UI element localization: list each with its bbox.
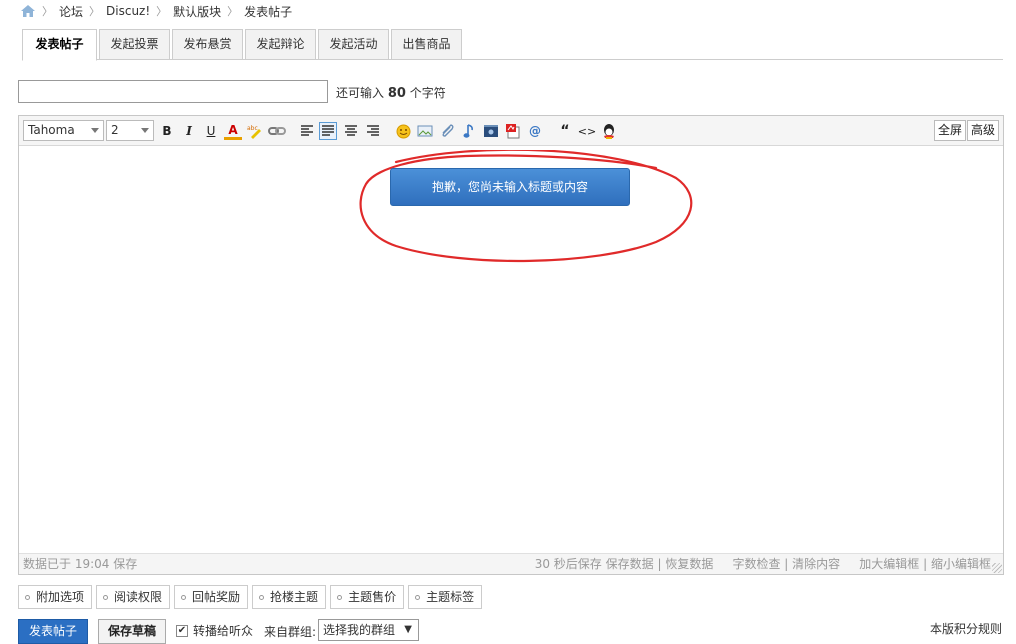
bullet-icon	[25, 594, 30, 600]
code-button[interactable]: <>	[578, 122, 596, 140]
advanced-button[interactable]: 高级	[967, 120, 1000, 141]
breadcrumb-current: 发表帖子	[244, 4, 293, 19]
subject-input[interactable]	[18, 80, 328, 103]
underline-button[interactable]: U	[202, 122, 220, 140]
editor-toolbar: Tahoma 2 B I U A abc @ “ <> 全屏 高级	[19, 116, 1003, 146]
relay-label: 转播给听众	[193, 624, 254, 638]
italic-button[interactable]: I	[180, 122, 198, 140]
smiley-icon[interactable]	[394, 122, 412, 140]
font-family-select[interactable]: Tahoma	[23, 120, 104, 141]
highlight-icon[interactable]: abc	[246, 122, 264, 140]
board-credit-rules-link[interactable]: 本版积分规则	[930, 620, 1002, 637]
option-label: 附加选项	[36, 590, 85, 604]
option-label: 回帖奖励	[192, 590, 241, 604]
font-color-button[interactable]: A	[224, 122, 242, 140]
bullet-icon	[181, 594, 187, 600]
editor-statusbar: 数据已于 19:04 保存 30 秒后保存 保存数据 | 恢复数据 字数检查 |…	[19, 553, 1003, 574]
resize-grip-icon[interactable]	[992, 563, 1002, 573]
relay-checkbox[interactable]: ✔	[176, 624, 188, 637]
save-draft-button[interactable]: 保存草稿	[98, 619, 166, 644]
bold-button[interactable]: B	[158, 122, 176, 140]
image-icon[interactable]	[416, 122, 434, 140]
restore-data-link[interactable]: 恢复数据	[665, 557, 713, 571]
shrink-editor-link[interactable]: 缩小编辑框	[931, 557, 991, 571]
font-size-value: 2	[111, 123, 119, 137]
tab-debate[interactable]: 发起辩论	[245, 29, 316, 60]
submit-post-button[interactable]: 发表帖子	[18, 619, 88, 644]
tab-reward[interactable]: 发布悬赏	[172, 29, 243, 60]
tab-new-thread[interactable]: 发表帖子	[22, 29, 97, 61]
breadcrumb-separator: 〉	[156, 5, 168, 18]
font-family-value: Tahoma	[28, 123, 75, 137]
svg-text:abc: abc	[247, 125, 258, 132]
attachment-icon[interactable]	[438, 122, 456, 140]
bullet-icon	[337, 594, 343, 600]
option-thread-price[interactable]: 主题售价	[330, 585, 405, 609]
save-data-link[interactable]: 保存数据	[606, 557, 654, 571]
breadcrumb-discuz[interactable]: Discuz!	[106, 4, 150, 18]
subject-remaining: 还可输入 80 个字符	[336, 84, 446, 101]
breadcrumb-forum[interactable]: 论坛	[59, 3, 83, 20]
qq-icon[interactable]	[600, 122, 618, 140]
option-read-permission[interactable]: 阅读权限	[96, 585, 171, 609]
tab-trade[interactable]: 出售商品	[391, 29, 462, 60]
group-select[interactable]: 选择我的群组 ▼	[318, 619, 419, 641]
option-label: 主题标签	[426, 590, 475, 604]
option-label: 阅读权限	[114, 590, 163, 604]
editor-status-actions: 30 秒后保存 保存数据 | 恢复数据 字数检查 | 清除内容 加大编辑框 | …	[535, 554, 991, 574]
home-icon[interactable]	[20, 4, 36, 18]
post-options: 附加选项 阅读权限 回帖奖励 抢楼主题 主题售价 主题标签	[18, 585, 483, 609]
option-thread-tags[interactable]: 主题标签	[408, 585, 483, 609]
align-right-icon[interactable]	[364, 122, 382, 140]
clear-content-link[interactable]: 清除内容	[792, 557, 840, 571]
option-reply-reward[interactable]: 回帖奖励	[174, 585, 249, 609]
remaining-suffix: 个字符	[409, 86, 446, 100]
option-extra[interactable]: 附加选项	[18, 585, 93, 609]
group-label: 来自群组:	[264, 625, 317, 639]
option-label: 抢楼主题	[270, 590, 319, 604]
enlarge-editor-link[interactable]: 加大编辑框	[859, 557, 919, 571]
group-select-value: 选择我的群组	[323, 623, 396, 637]
align-left-icon[interactable]	[298, 122, 316, 140]
breadcrumb-separator: 〉	[89, 5, 101, 18]
audio-icon[interactable]	[460, 122, 478, 140]
breadcrumb-separator: 〉	[42, 5, 53, 18]
tab-activity[interactable]: 发起活动	[318, 29, 389, 60]
chevron-down-icon	[141, 128, 149, 133]
font-size-select[interactable]: 2	[106, 120, 154, 141]
remaining-count: 80	[387, 86, 406, 101]
breadcrumb: 〉 论坛 〉 Discuz! 〉 默认版块 〉 发表帖子	[20, 3, 292, 19]
align-justify-icon[interactable]	[319, 122, 337, 140]
quote-button[interactable]: “	[556, 122, 574, 140]
bullet-icon	[259, 594, 265, 600]
tab-poll[interactable]: 发起投票	[99, 29, 170, 60]
word-check-link[interactable]: 字数检查	[732, 557, 780, 571]
fullscreen-button[interactable]: 全屏	[934, 120, 967, 141]
post-type-tabs: 发表帖子 发起投票 发布悬赏 发起辩论 发起活动 出售商品	[22, 29, 1003, 61]
option-floor-grab[interactable]: 抢楼主题	[252, 585, 327, 609]
divider: |	[784, 557, 789, 571]
chevron-down-icon	[91, 128, 99, 133]
relay-option[interactable]: ✔ 转播给听众	[176, 622, 253, 639]
align-center-icon[interactable]	[342, 122, 360, 140]
link-icon[interactable]	[268, 122, 286, 140]
at-icon[interactable]: @	[526, 122, 544, 140]
bullet-icon	[415, 594, 421, 600]
bullet-icon	[103, 594, 109, 600]
video-icon[interactable]	[482, 122, 500, 140]
divider: |	[657, 557, 662, 571]
divider: |	[923, 557, 928, 571]
caret-down-icon: ▼	[404, 624, 412, 635]
remaining-prefix: 还可输入	[336, 86, 385, 100]
breadcrumb-separator: 〉	[227, 5, 239, 18]
flash-icon[interactable]	[504, 122, 522, 140]
error-tip: 抱歉，您尚未输入标题或内容	[390, 168, 630, 206]
save-timer: 30 秒后保存	[534, 557, 602, 571]
breadcrumb-board[interactable]: 默认版块	[173, 3, 221, 20]
option-label: 主题售价	[348, 590, 397, 604]
autosave-status: 数据已于 19:04 保存	[23, 557, 138, 571]
